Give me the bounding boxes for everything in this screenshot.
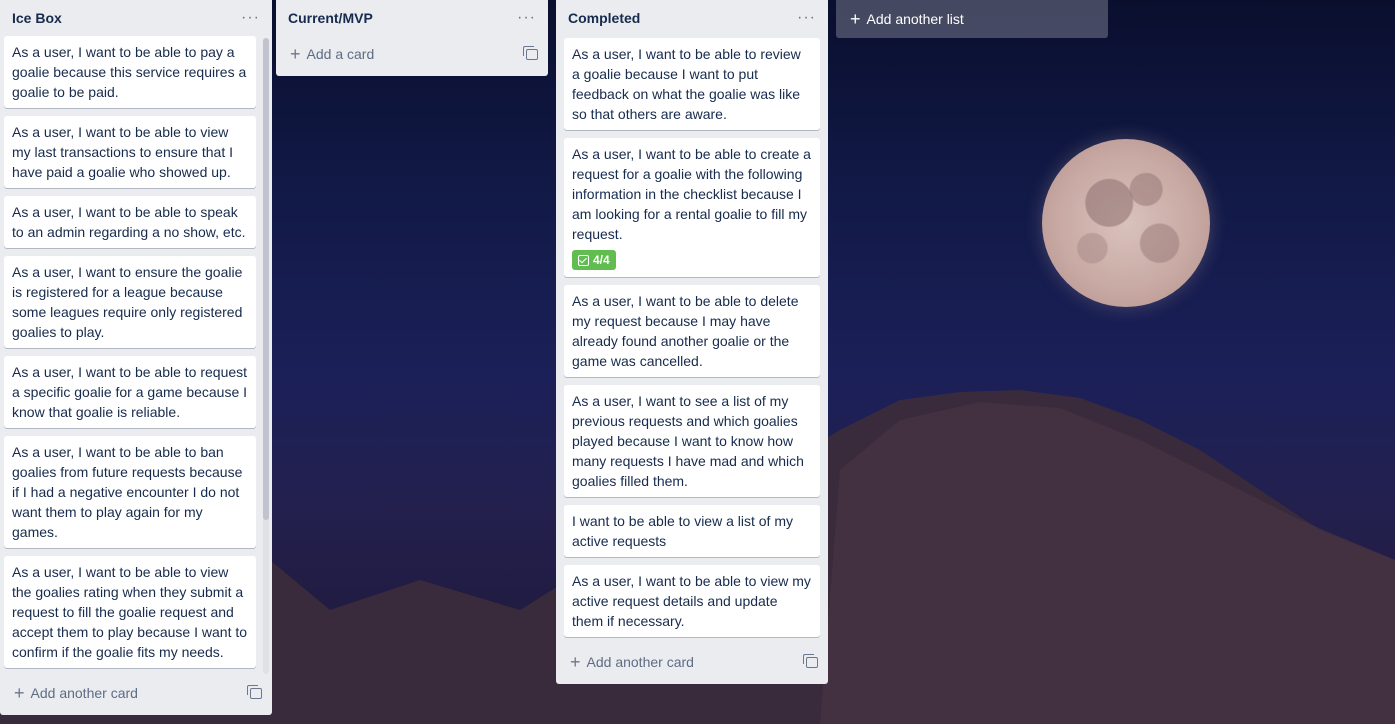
list-title[interactable]: Completed bbox=[568, 10, 640, 26]
checklist-badge: 4/4 bbox=[572, 250, 616, 270]
list-menu-icon[interactable]: ··· bbox=[517, 10, 536, 26]
list-current-mvp: Current/MVP ··· + Add a card bbox=[276, 0, 548, 76]
card[interactable]: As a user, I want to be able to review a… bbox=[564, 38, 820, 130]
card-template-icon[interactable] bbox=[523, 45, 538, 60]
add-card-button[interactable]: + Add another card bbox=[0, 675, 272, 711]
card-template-icon[interactable] bbox=[803, 653, 818, 668]
plus-icon: + bbox=[850, 9, 861, 29]
card[interactable]: I want to be able to view a list of my a… bbox=[564, 504, 820, 557]
card-list: As a user, I want to be able to review a… bbox=[556, 36, 828, 645]
card-text: As a user, I want to be able to create a… bbox=[572, 146, 811, 242]
scrollbar[interactable] bbox=[263, 38, 269, 674]
list-menu-icon[interactable]: ··· bbox=[241, 10, 260, 26]
card[interactable]: As a user, I want to be able to create a… bbox=[564, 138, 820, 277]
checklist-icon bbox=[578, 254, 589, 266]
list-menu-icon[interactable]: ··· bbox=[797, 10, 816, 26]
card[interactable]: As a user, I want to see a list of my pr… bbox=[564, 384, 820, 497]
card-list: As a user, I want to be able to pay a go… bbox=[0, 36, 272, 672]
list-header: Completed ··· bbox=[556, 0, 828, 36]
list-title[interactable]: Current/MVP bbox=[288, 10, 373, 26]
add-card-button[interactable]: + Add a card bbox=[276, 36, 548, 72]
card[interactable]: As a user, I want to be able to delete m… bbox=[564, 284, 820, 377]
checklist-count: 4/4 bbox=[593, 253, 610, 267]
card[interactable]: As a user, I want to be able to view the… bbox=[4, 556, 256, 668]
plus-icon: + bbox=[290, 44, 301, 64]
card[interactable]: As a user, I want to be able to ban goal… bbox=[4, 436, 256, 548]
list-title[interactable]: Ice Box bbox=[12, 10, 62, 26]
card[interactable]: As a user, I want to be able to view my … bbox=[564, 564, 820, 637]
card[interactable]: As a user, I want to be able to pay a go… bbox=[4, 36, 256, 108]
plus-icon: + bbox=[14, 683, 25, 703]
add-card-label: Add another card bbox=[586, 654, 694, 670]
moon bbox=[1042, 139, 1210, 307]
card[interactable]: As a user, I want to be able to speak to… bbox=[4, 196, 256, 248]
list-ice-box: Ice Box ··· As a user, I want to be able… bbox=[0, 0, 272, 715]
add-list-button[interactable]: + Add another list bbox=[836, 0, 1108, 38]
list-header: Ice Box ··· bbox=[0, 0, 272, 36]
add-card-button[interactable]: + Add another card bbox=[556, 644, 828, 680]
scrollbar-thumb[interactable] bbox=[263, 38, 269, 520]
card-template-icon[interactable] bbox=[247, 684, 262, 699]
add-list-label: Add another list bbox=[866, 11, 964, 27]
card[interactable]: As a user, I want to ensure the goalie i… bbox=[4, 256, 256, 348]
card[interactable]: As a user, I want to be able to view my … bbox=[4, 116, 256, 188]
card[interactable]: As a user, I want to be able to request … bbox=[4, 356, 256, 428]
add-card-label: Add a card bbox=[306, 46, 375, 62]
add-card-label: Add another card bbox=[30, 685, 138, 701]
list-header: Current/MVP ··· bbox=[276, 0, 548, 36]
list-completed: Completed ··· As a user, I want to be ab… bbox=[556, 0, 828, 684]
plus-icon: + bbox=[570, 652, 581, 672]
